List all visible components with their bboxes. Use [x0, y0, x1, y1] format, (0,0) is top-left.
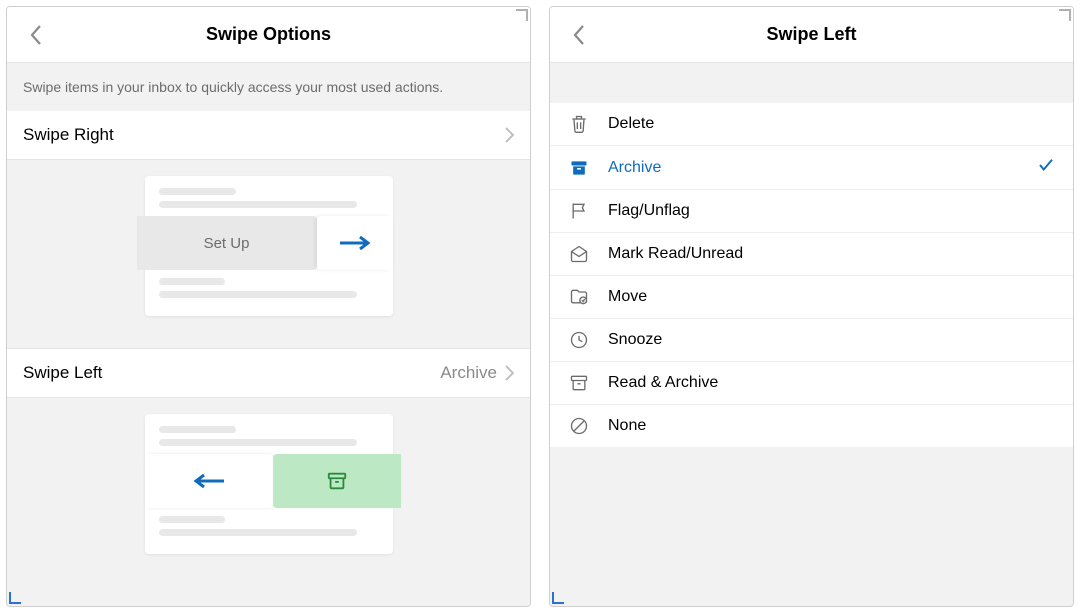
archive-icon	[326, 470, 348, 492]
swipe-left-row[interactable]: Swipe Left Archive	[7, 348, 530, 398]
none-icon	[568, 415, 590, 437]
chevron-right-icon	[505, 365, 514, 381]
action-label: None	[608, 417, 646, 435]
chevron-right-icon	[505, 127, 514, 143]
page-title: Swipe Left	[550, 24, 1073, 45]
action-label: Read & Archive	[608, 374, 718, 392]
back-button[interactable]	[21, 20, 51, 50]
action-label: Delete	[608, 115, 654, 133]
action-item-snooze[interactable]: Snooze	[550, 319, 1073, 362]
archive-icon	[568, 157, 590, 179]
action-item-archive[interactable]: Archive	[550, 146, 1073, 190]
action-label: Flag/Unflag	[608, 202, 690, 220]
back-button[interactable]	[564, 20, 594, 50]
action-label: Archive	[608, 159, 661, 177]
action-item-flag[interactable]: Flag/Unflag	[550, 190, 1073, 233]
swipe-left-arrow-box	[145, 454, 273, 508]
action-label: Mark Read/Unread	[608, 245, 743, 263]
mail-icon	[568, 243, 590, 265]
action-item-none[interactable]: None	[550, 405, 1073, 447]
swipe-left-action-box	[273, 454, 401, 508]
action-item-readunread[interactable]: Mark Read/Unread	[550, 233, 1073, 276]
arrow-left-icon	[192, 473, 226, 489]
swipe-left-value: Archive	[440, 363, 497, 383]
swipe-right-arrow-box	[317, 216, 393, 270]
action-item-move[interactable]: Move	[550, 276, 1073, 319]
action-label: Snooze	[608, 331, 662, 349]
arrow-right-icon	[338, 235, 372, 251]
swipe-options-panel: Swipe Options Swipe items in your inbox …	[6, 6, 531, 607]
page-description: Swipe items in your inbox to quickly acc…	[7, 63, 530, 111]
header: Swipe Options	[7, 7, 530, 63]
swipe-right-action-label: Set Up	[137, 216, 317, 270]
swipe-left-preview	[7, 398, 530, 574]
chevron-left-icon	[572, 24, 586, 46]
clock-icon	[568, 329, 590, 351]
swipe-left-actions-panel: Swipe Left Delete Archive Flag/Unflag	[549, 6, 1074, 607]
action-item-readarchive[interactable]: Read & Archive	[550, 362, 1073, 405]
chevron-left-icon	[29, 24, 43, 46]
swipe-right-row[interactable]: Swipe Right	[7, 111, 530, 160]
header: Swipe Left	[550, 7, 1073, 63]
action-list: Delete Archive Flag/Unflag Mark Read/Unr…	[550, 103, 1073, 447]
page-title: Swipe Options	[7, 24, 530, 45]
action-label: Move	[608, 288, 647, 306]
check-icon	[1037, 156, 1055, 179]
swipe-left-label: Swipe Left	[23, 363, 102, 383]
flag-icon	[568, 200, 590, 222]
move-icon	[568, 286, 590, 308]
action-item-delete[interactable]: Delete	[550, 103, 1073, 146]
swipe-right-preview: Set Up	[7, 160, 530, 336]
read-archive-icon	[568, 372, 590, 394]
trash-icon	[568, 113, 590, 135]
swipe-right-label: Swipe Right	[23, 125, 114, 145]
